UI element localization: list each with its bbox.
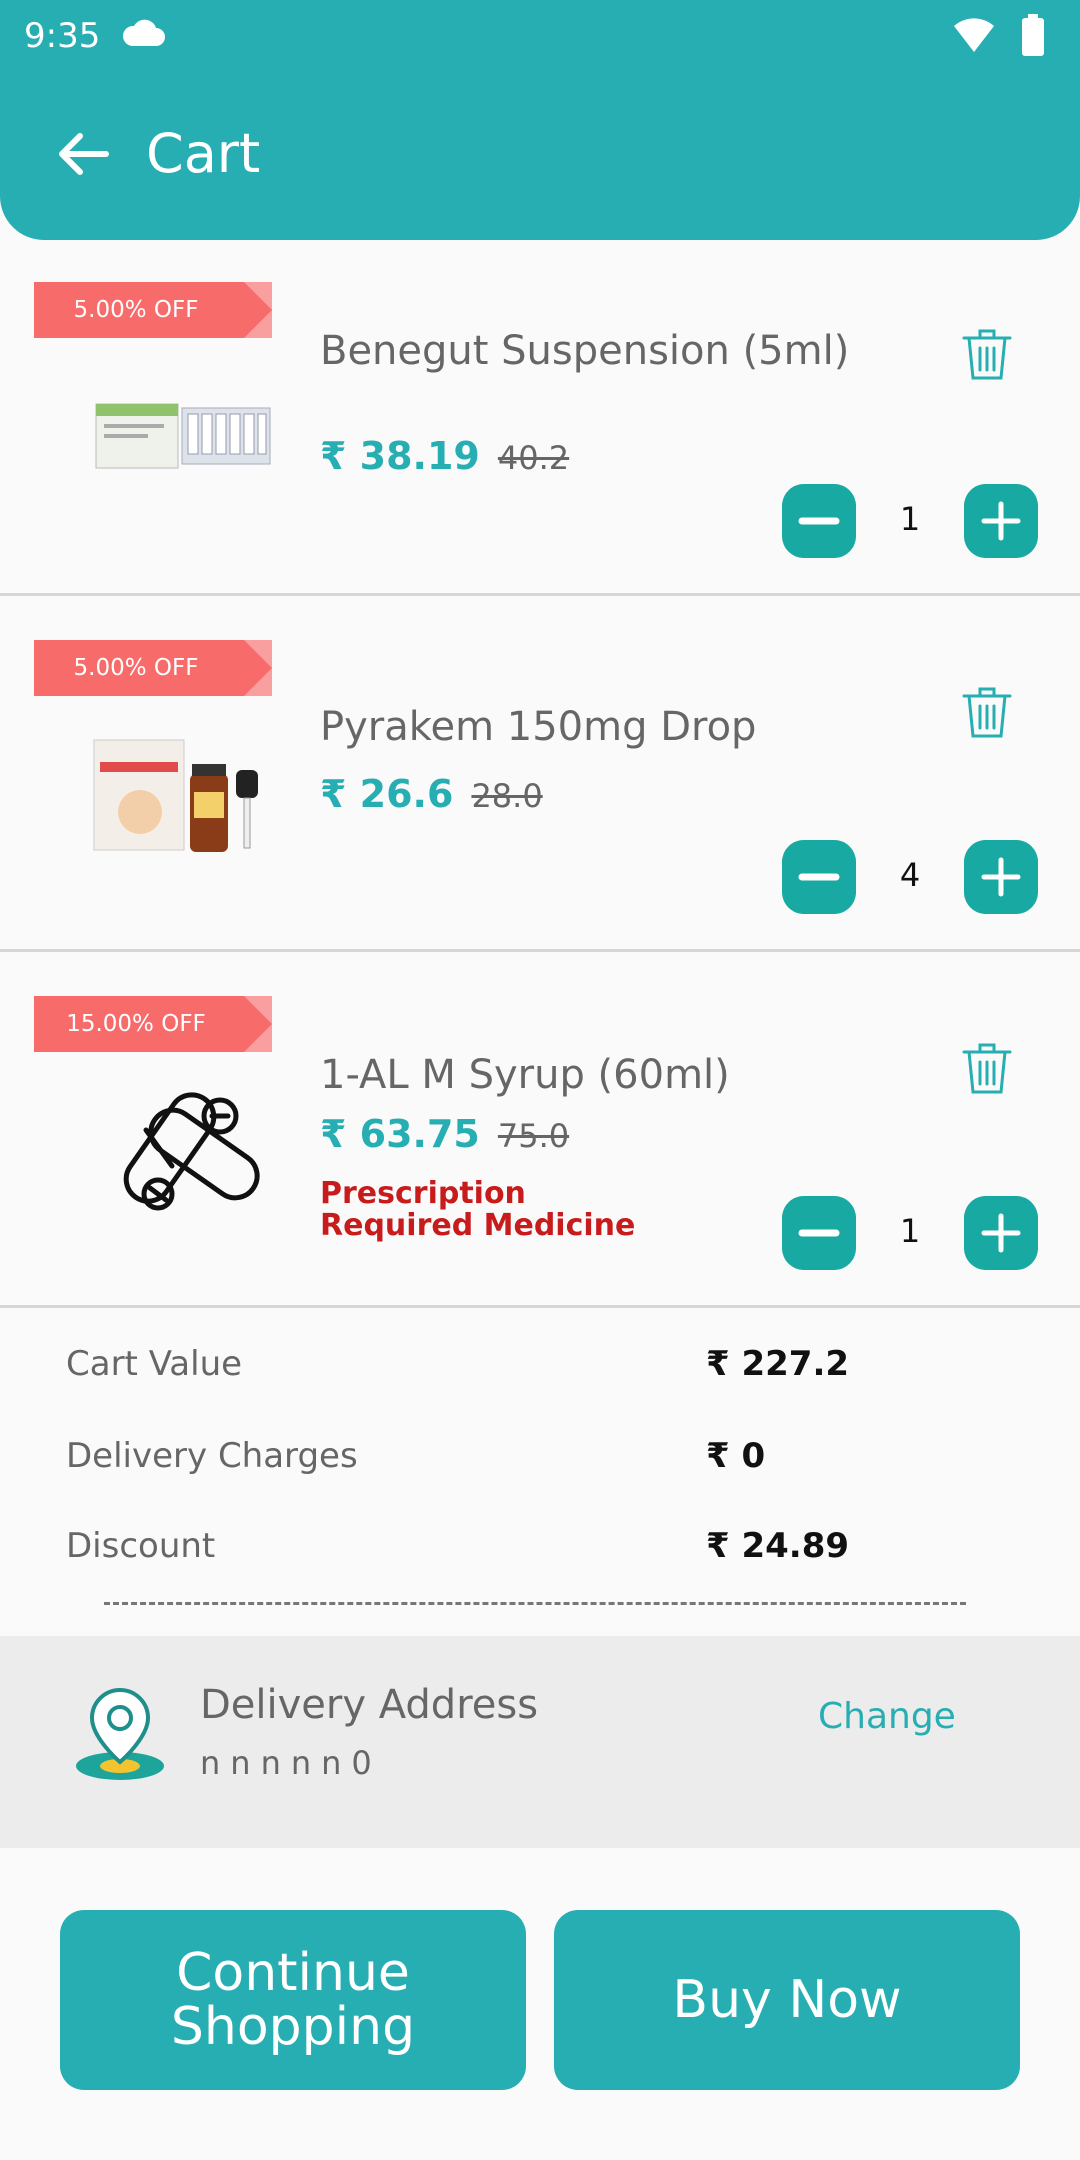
price-row: ₹ 63.75 75.0 [320,1112,569,1156]
increment-button[interactable] [964,484,1038,558]
delivery-charges-label: Delivery Charges [66,1436,358,1476]
product-name[interactable]: Pyrakem 150mg Drop [320,706,880,748]
cart-value-label: Cart Value [66,1344,243,1384]
quantity-value: 1 [899,1212,921,1250]
delivery-address-title: Delivery Address [200,1682,539,1728]
discount-ribbon: 5.00% OFF [34,640,272,696]
increment-button[interactable] [964,1196,1038,1270]
discount-value: ₹ 24.89 [706,1526,850,1566]
buy-now-label: Buy Now [672,1970,902,2030]
wifi-icon [954,18,994,52]
product-price: ₹ 63.75 [320,1112,480,1156]
decrement-button[interactable] [782,484,856,558]
delivery-address-line: nnnnn0 [200,1744,382,1782]
product-price: ₹ 26.6 [320,772,454,816]
decrement-button[interactable] [782,1196,856,1270]
change-address-link[interactable]: Change [818,1696,956,1737]
status-time: 9:35 [24,16,101,56]
original-price: 75.0 [497,1117,570,1155]
discount-ribbon: 5.00% OFF [34,282,272,338]
original-price: 40.2 [497,439,570,477]
cart-item: 5.00% OFF Benegut Suspension (5ml) ₹ 38.… [0,240,1080,596]
product-price: ₹ 38.19 [320,434,480,478]
trash-icon[interactable] [960,1040,1014,1096]
divider [104,1602,966,1605]
arrow-left-icon[interactable] [52,124,112,184]
product-image [93,739,258,852]
discount-ribbon: 15.00% OFF [34,996,272,1052]
cart-item: 5.00% OFF Pyrakem 150mg Drop ₹ 26.6 28.0… [0,596,1080,952]
battery-icon [1022,14,1044,56]
continue-shopping-button[interactable]: Continue Shopping [60,1910,526,2090]
delivery-address-panel: Delivery Address nnnnn0 Change [0,1636,1080,1848]
cloud-icon [122,19,165,46]
decrement-button[interactable] [782,840,856,914]
discount-label: Discount [66,1526,216,1566]
discount-label: 5.00% OFF [73,655,199,681]
delivery-charges-value: ₹ 0 [706,1436,766,1476]
continue-shopping-label: Continue Shopping [170,1943,416,2057]
app-bar: 9:35 Cart [0,0,1080,240]
cart-item: 15.00% OFF 1-AL M Syrup (60ml) ₹ 63.75 7… [0,952,1080,1308]
quantity-value: 4 [899,856,921,894]
location-pin-icon [76,1687,164,1780]
price-row: ₹ 38.19 40.2 [320,434,569,478]
increment-button[interactable] [964,840,1038,914]
prescription-warning: Prescription Required Medicine [320,1176,636,1243]
product-image [95,403,271,469]
discount-label: 5.00% OFF [73,297,199,323]
original-price: 28.0 [471,777,543,815]
buy-now-button[interactable]: Buy Now [554,1910,1020,2090]
trash-icon[interactable] [960,326,1014,382]
discount-label: 15.00% OFF [66,1011,206,1037]
pills-icon [123,1092,260,1211]
trash-icon[interactable] [960,684,1014,740]
product-name[interactable]: 1-AL M Syrup (60ml) [320,1054,880,1096]
quantity-value: 1 [899,500,921,538]
cart-value: ₹ 227.2 [706,1344,850,1384]
price-row: ₹ 26.6 28.0 [320,772,543,816]
page-title: Cart [146,122,261,185]
product-name[interactable]: Benegut Suspension (5ml) [320,330,880,372]
